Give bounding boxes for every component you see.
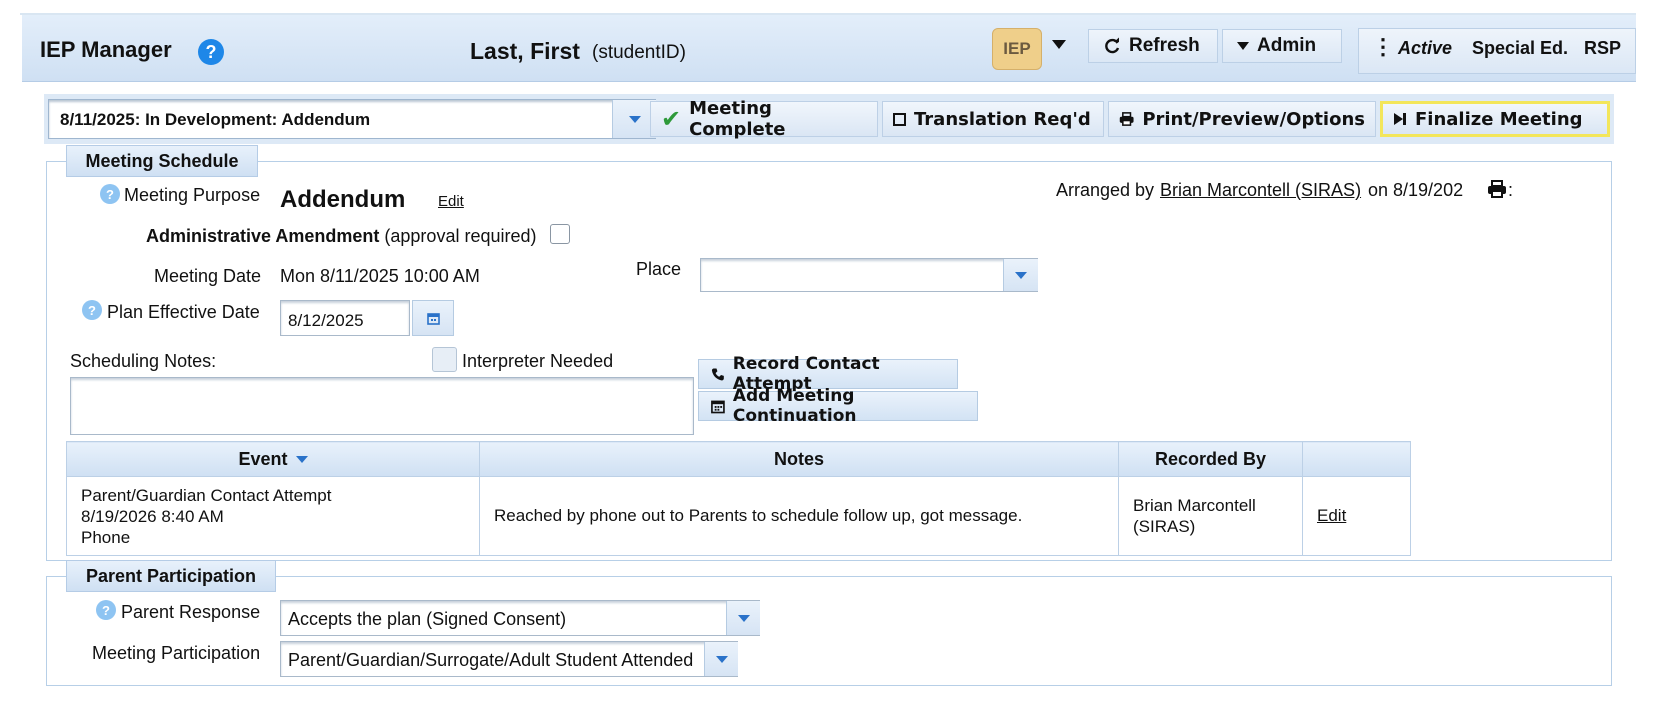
meeting-select-value: 8/11/2025: In Development: Addendum bbox=[60, 110, 371, 129]
chevron-down-icon bbox=[715, 655, 728, 663]
help-icon[interactable]: ? bbox=[198, 39, 224, 65]
recorded-by-name: Brian Marcontell bbox=[1133, 496, 1256, 515]
student-id: (studentID) bbox=[592, 42, 686, 63]
events-table: Event Notes Recorded By Parent/Guardian … bbox=[66, 441, 1411, 556]
phone-icon bbox=[711, 368, 724, 380]
help-icon[interactable]: ? bbox=[100, 184, 120, 204]
refresh-label: Refresh bbox=[1129, 35, 1200, 56]
admin-menu-button[interactable]: Admin bbox=[1222, 29, 1342, 63]
calendar-icon bbox=[426, 312, 440, 325]
meeting-date-label: Meeting Date bbox=[154, 266, 262, 286]
event-cell: Parent/Guardian Contact Attempt 8/19/202… bbox=[66, 476, 480, 556]
event-method: Phone bbox=[81, 527, 131, 547]
help-icon[interactable]: ? bbox=[96, 600, 116, 620]
date-picker-button[interactable] bbox=[412, 300, 454, 336]
caret-down-icon bbox=[1237, 42, 1249, 50]
column-header-recorded-by: Recorded By bbox=[1118, 441, 1303, 477]
column-header-event[interactable]: Event bbox=[66, 441, 480, 477]
checkbox-icon bbox=[893, 112, 906, 126]
parent-response-dropdown[interactable] bbox=[726, 601, 760, 635]
kebab-menu-icon[interactable]: ⋮ bbox=[1372, 34, 1394, 60]
edit-event-link[interactable]: Edit bbox=[1317, 506, 1346, 525]
notes-cell: Reached by phone out to Parents to sched… bbox=[479, 476, 1119, 556]
printer-icon bbox=[1119, 112, 1134, 126]
table-header-row: Event Notes Recorded By bbox=[66, 441, 1411, 477]
translation-label: Translation Req'd bbox=[914, 108, 1091, 130]
approval-required-note: (approval required) bbox=[384, 226, 537, 246]
meeting-participation-value: Parent/Guardian/Surrogate/Adult Student … bbox=[288, 650, 694, 670]
finalize-label: Finalize Meeting bbox=[1415, 108, 1583, 130]
arranged-by-prefix: Arranged by bbox=[1056, 180, 1155, 200]
iep-badge[interactable]: IEP bbox=[992, 28, 1042, 70]
administrative-amendment-label: Administrative Amendment (approval requi… bbox=[146, 226, 536, 247]
checkmark-icon: ✔ bbox=[661, 105, 682, 133]
chevron-down-icon bbox=[1015, 271, 1027, 279]
event-type: Parent/Guardian Contact Attempt bbox=[81, 485, 332, 505]
student-name: Last, First bbox=[470, 38, 580, 64]
recorded-by-org: (SIRAS) bbox=[1133, 517, 1196, 536]
administrative-amendment-bold: Administrative Amendment bbox=[146, 226, 380, 246]
step-forward-icon bbox=[1394, 113, 1406, 125]
arranged-suffix-ellipsis: : bbox=[1508, 180, 1514, 200]
print-preview-button[interactable]: Print/Preview/Options bbox=[1108, 101, 1376, 137]
sort-down-icon[interactable] bbox=[295, 456, 308, 464]
scheduling-notes-textarea[interactable] bbox=[70, 377, 694, 435]
parent-participation-tab: Parent Participation bbox=[66, 560, 276, 592]
printer-icon[interactable] bbox=[1487, 180, 1507, 198]
status-program: Special Ed. bbox=[1472, 38, 1569, 58]
add-continuation-label: Add Meeting Continuation bbox=[732, 386, 857, 426]
table-row: Parent/Guardian Contact Attempt 8/19/202… bbox=[66, 476, 1411, 556]
status-active: Active bbox=[1398, 38, 1453, 58]
arranged-by-link[interactable]: Brian Marcontell (SIRAS) bbox=[1160, 180, 1361, 201]
refresh-button[interactable]: Refresh bbox=[1088, 29, 1218, 63]
column-header-actions bbox=[1302, 441, 1411, 477]
column-header-label: Event bbox=[238, 448, 288, 469]
administrative-amendment-checkbox[interactable] bbox=[550, 224, 570, 244]
chevron-down-icon[interactable] bbox=[1052, 40, 1066, 49]
interpreter-needed-checkbox[interactable] bbox=[432, 347, 457, 372]
recorded-by-cell: Brian Marcontell (SIRAS) bbox=[1118, 476, 1303, 556]
record-contact-attempt-button[interactable]: Record Contact Attempt bbox=[698, 354, 958, 394]
meeting-participation-label: Meeting Participation bbox=[92, 643, 261, 663]
meeting-purpose-label: Meeting Purpose bbox=[124, 185, 261, 205]
status-service: RSP bbox=[1584, 38, 1622, 58]
calendar-icon bbox=[711, 400, 725, 413]
chevron-down-icon bbox=[737, 614, 750, 622]
place-select[interactable] bbox=[700, 258, 1038, 292]
chevron-down-icon bbox=[628, 115, 641, 123]
translation-required-button[interactable]: Translation Req'd bbox=[882, 101, 1104, 137]
column-header-notes: Notes bbox=[479, 441, 1119, 477]
print-label: Print/Preview/Options bbox=[1142, 108, 1365, 130]
meeting-participation-dropdown[interactable] bbox=[704, 642, 738, 676]
parent-response-value: Accepts the plan (Signed Consent) bbox=[288, 609, 567, 629]
place-label: Place bbox=[636, 259, 682, 279]
action-cell: Edit bbox=[1302, 476, 1411, 556]
app-title: IEP Manager bbox=[40, 37, 172, 62]
finalize-meeting-button[interactable]: Finalize Meeting bbox=[1380, 101, 1610, 137]
help-icon[interactable]: ? bbox=[82, 300, 102, 320]
interpreter-needed-label: Interpreter Needed bbox=[462, 351, 614, 371]
arranged-on-date: on 8/19/202 bbox=[1368, 180, 1464, 200]
event-datetime: 8/19/2026 8:40 AM bbox=[81, 506, 224, 526]
refresh-icon bbox=[1105, 37, 1120, 54]
meeting-complete-label: Meeting Complete bbox=[689, 98, 786, 140]
admin-label: Admin bbox=[1257, 35, 1317, 56]
plan-effective-date-label: Plan Effective Date bbox=[107, 302, 260, 322]
meeting-complete-button[interactable]: ✔ Meeting Complete bbox=[650, 98, 878, 140]
edit-purpose-link[interactable]: Edit bbox=[438, 193, 464, 210]
plan-effective-date-value: 8/12/2025 bbox=[288, 311, 364, 330]
scheduling-notes-label: Scheduling Notes: bbox=[70, 351, 217, 371]
meeting-purpose-value: Addendum bbox=[280, 186, 406, 213]
add-meeting-continuation-button[interactable]: Add Meeting Continuation bbox=[698, 386, 978, 426]
meeting-schedule-tab: Meeting Schedule bbox=[66, 145, 258, 177]
meeting-date-value: Mon 8/11/2025 10:00 AM bbox=[280, 266, 480, 286]
place-select-dropdown[interactable] bbox=[1003, 259, 1038, 291]
parent-response-label: Parent Response bbox=[121, 602, 261, 622]
